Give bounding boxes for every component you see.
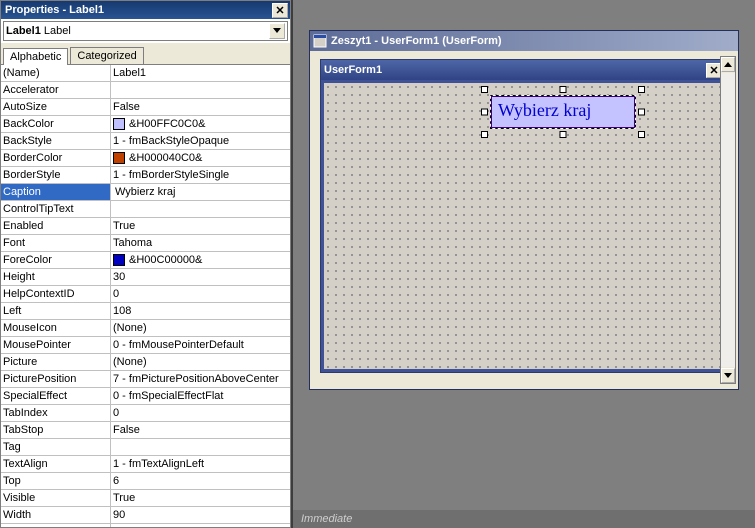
tab-alphabetic[interactable]: Alphabetic <box>3 48 68 65</box>
resize-handle-se[interactable] <box>638 131 645 138</box>
scroll-down-button[interactable] <box>721 368 735 383</box>
userform-title: UserForm1 <box>324 64 382 76</box>
prop-row-tabindex[interactable]: TabIndex0 <box>1 405 290 422</box>
resize-handle-w[interactable] <box>481 109 488 116</box>
mdi-child-window[interactable]: Zeszyt1 - UserForm1 (UserForm) UserForm1… <box>309 30 739 390</box>
close-icon <box>710 66 718 74</box>
prop-row-enabled[interactable]: EnabledTrue <box>1 218 290 235</box>
properties-tabs: Alphabetic Categorized <box>1 43 290 65</box>
prop-row-pictureposition[interactable]: PicturePosition7 - fmPicturePositionAbov… <box>1 371 290 388</box>
prop-row-controltiptext[interactable]: ControlTipText <box>1 201 290 218</box>
tab-categorized[interactable]: Categorized <box>70 47 143 64</box>
prop-row-top[interactable]: Top6 <box>1 473 290 490</box>
prop-row-textalign[interactable]: TextAlign1 - fmTextAlignLeft <box>1 456 290 473</box>
prop-row-accelerator[interactable]: Accelerator <box>1 82 290 99</box>
bordercolor-swatch <box>113 152 125 164</box>
prop-row-backstyle[interactable]: BackStyle1 - fmBackStyleOpaque <box>1 133 290 150</box>
properties-close-button[interactable] <box>272 3 288 18</box>
object-selector[interactable]: Label1 Label <box>3 21 288 41</box>
prop-row-font[interactable]: FontTahoma <box>1 235 290 252</box>
userform-body[interactable]: Wybierz kraj <box>324 83 722 369</box>
resize-handle-e[interactable] <box>638 109 645 116</box>
scroll-track[interactable] <box>721 73 735 367</box>
prop-row-tabstop[interactable]: TabStopFalse <box>1 422 290 439</box>
designer-area: Zeszyt1 - UserForm1 (UserForm) UserForm1… <box>291 0 755 528</box>
resize-handle-sw[interactable] <box>481 131 488 138</box>
prop-row-left[interactable]: Left108 <box>1 303 290 320</box>
chevron-down-icon <box>724 373 732 378</box>
prop-row-tag[interactable]: Tag <box>1 439 290 456</box>
prop-row-borderstyle[interactable]: BorderStyle1 - fmBorderStyleSingle <box>1 167 290 184</box>
prop-row-name[interactable]: (Name)Label1 <box>1 65 290 82</box>
properties-grid[interactable]: (Name)Label1 Accelerator AutoSizeFalse B… <box>1 65 290 527</box>
chevron-up-icon <box>724 62 732 67</box>
close-icon <box>276 6 284 14</box>
label1-selection[interactable]: Wybierz kraj <box>484 89 642 135</box>
prop-row-visible[interactable]: VisibleTrue <box>1 490 290 507</box>
forecolor-swatch <box>113 254 125 266</box>
resize-handle-ne[interactable] <box>638 86 645 93</box>
backcolor-swatch <box>113 118 125 130</box>
immediate-pane-label: Immediate <box>293 510 755 528</box>
properties-pane: Properties - Label1 Label1 Label Alphabe… <box>0 0 291 528</box>
prop-row-picture[interactable]: Picture(None) <box>1 354 290 371</box>
prop-row-mousepointer[interactable]: MousePointer0 - fmMousePointerDefault <box>1 337 290 354</box>
prop-row-forecolor[interactable]: ForeColor&H00C00000& <box>1 252 290 269</box>
properties-titlebar: Properties - Label1 <box>1 1 290 19</box>
resize-handle-n[interactable] <box>560 86 567 93</box>
prop-row-helpcontextid[interactable]: HelpContextID0 <box>1 286 290 303</box>
object-dropdown-button[interactable] <box>269 23 285 39</box>
object-name: Label1 <box>6 25 41 37</box>
userform-designer[interactable]: UserForm1 Wybierz kraj <box>320 59 726 373</box>
form-icon <box>313 34 327 48</box>
prop-row-width[interactable]: Width90 <box>1 507 290 524</box>
prop-row-wordwrap[interactable]: WordWrapTrue <box>1 524 290 527</box>
scroll-up-button[interactable] <box>721 57 735 72</box>
prop-row-autosize[interactable]: AutoSizeFalse <box>1 99 290 116</box>
properties-title: Properties - Label1 <box>3 4 104 16</box>
userform-titlebar[interactable]: UserForm1 <box>321 60 725 80</box>
object-type: Label <box>44 25 71 37</box>
resize-handle-nw[interactable] <box>481 86 488 93</box>
label1-control[interactable]: Wybierz kraj <box>491 96 635 128</box>
prop-row-mouseicon[interactable]: MouseIcon(None) <box>1 320 290 337</box>
caption-input[interactable] <box>113 185 290 199</box>
mdi-title: Zeszyt1 - UserForm1 (UserForm) <box>331 35 502 47</box>
mdi-vertical-scrollbar[interactable] <box>720 56 736 384</box>
prop-row-specialeffect[interactable]: SpecialEffect0 - fmSpecialEffectFlat <box>1 388 290 405</box>
chevron-down-icon <box>273 28 281 34</box>
mdi-titlebar[interactable]: Zeszyt1 - UserForm1 (UserForm) <box>310 31 738 51</box>
prop-row-height[interactable]: Height30 <box>1 269 290 286</box>
prop-row-bordercolor[interactable]: BorderColor&H000040C0& <box>1 150 290 167</box>
resize-handle-s[interactable] <box>560 131 567 138</box>
prop-row-backcolor[interactable]: BackColor&H00FFC0C0& <box>1 116 290 133</box>
prop-row-caption[interactable]: Caption <box>1 184 290 201</box>
